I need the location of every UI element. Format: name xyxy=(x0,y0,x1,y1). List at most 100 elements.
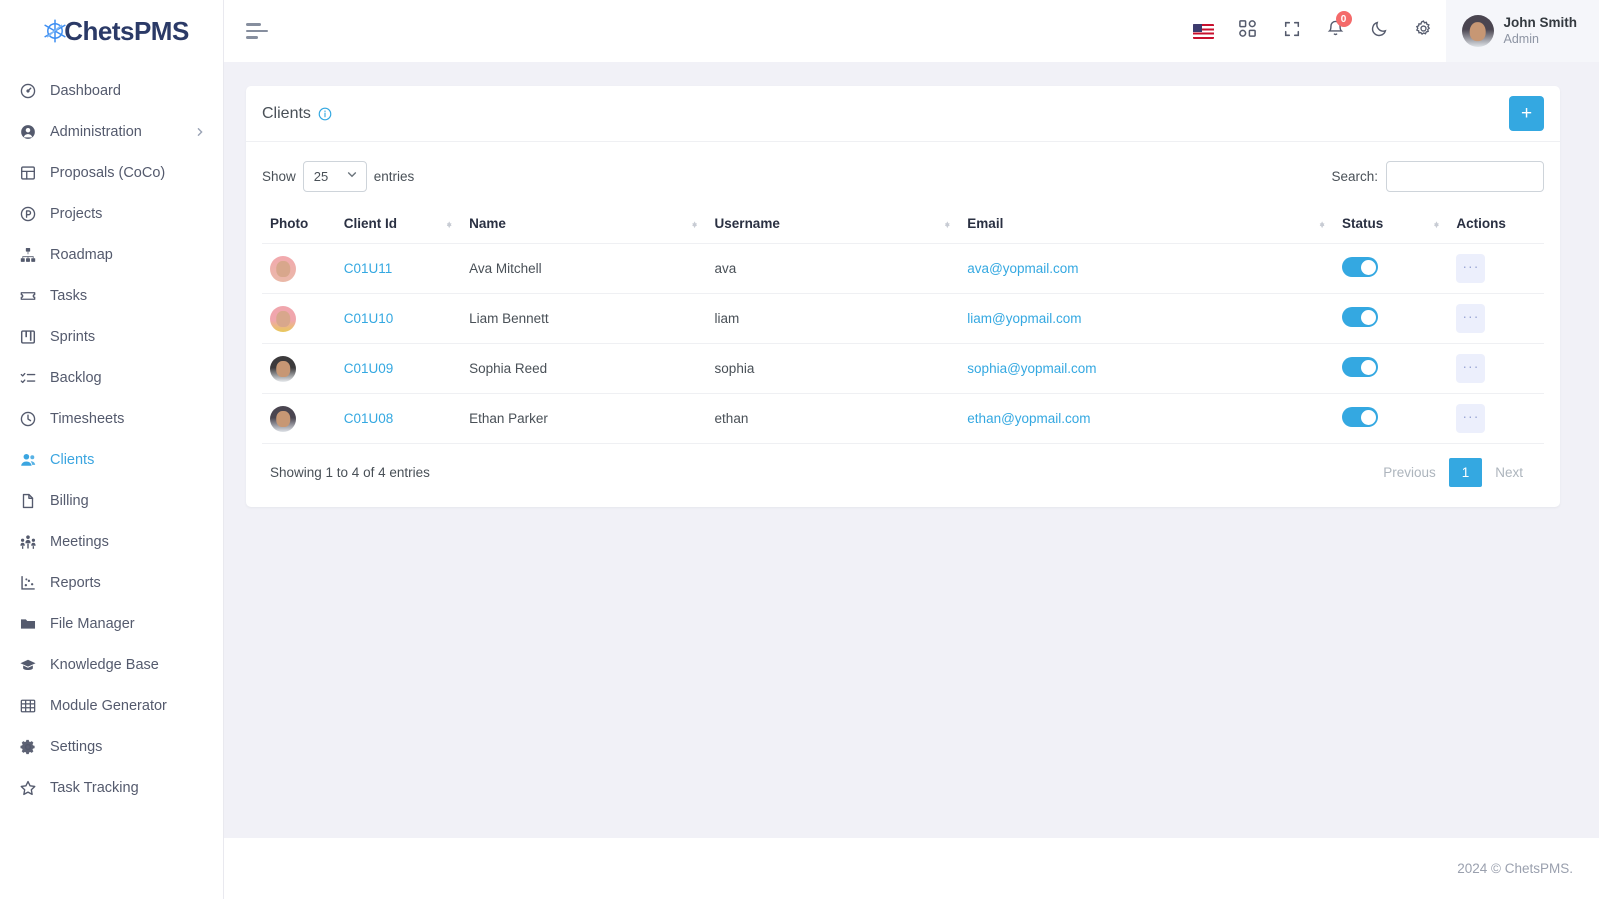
cell-client-id: C01U09 xyxy=(335,343,462,394)
sidebar-item-tasks[interactable]: Tasks xyxy=(0,275,223,316)
sidebar-item-dashboard[interactable]: Dashboard xyxy=(0,70,223,111)
table-row: C01U10 Liam Bennett liam liam@yopmail.com ··… xyxy=(262,293,1544,344)
column-header-label: Status xyxy=(1342,216,1384,231)
apps-button[interactable] xyxy=(1226,0,1270,62)
user-menu[interactable]: John Smith Admin xyxy=(1445,0,1599,62)
column-header-status[interactable]: Status ▲ ▼ xyxy=(1334,206,1449,244)
page-length-select-wrap: 102550100 xyxy=(302,160,367,192)
row-actions-button[interactable]: ··· xyxy=(1456,254,1486,283)
sidebar-item-label: Backlog xyxy=(50,369,102,386)
sidebar-item-label: Settings xyxy=(50,738,103,755)
cell-actions: ··· xyxy=(1448,393,1544,444)
card-header: Clients + xyxy=(246,86,1560,142)
row-actions-button[interactable]: ··· xyxy=(1456,304,1486,333)
status-toggle[interactable] xyxy=(1342,357,1379,377)
sidebar-item-file-manager[interactable]: File Manager xyxy=(0,603,223,644)
show-label: Show xyxy=(262,168,296,184)
chevron-right-icon xyxy=(195,127,205,137)
pagination: Previous 1 Next xyxy=(1370,458,1536,487)
search-input[interactable] xyxy=(1386,160,1544,192)
pagination-previous[interactable]: Previous xyxy=(1370,458,1449,487)
sidebar-item-administration[interactable]: Administration xyxy=(0,111,223,152)
client-id-link[interactable]: C01U11 xyxy=(344,261,393,276)
cell-photo xyxy=(262,293,336,344)
cell-actions: ··· xyxy=(1448,293,1544,344)
checklist-icon xyxy=(18,368,38,388)
user-role: Admin xyxy=(1503,31,1539,46)
sidebar-item-label: Sprints xyxy=(50,328,96,345)
sidebar: ChetsPMS Dashboard Administration Proposal… xyxy=(0,0,224,899)
column-header-email[interactable]: Email ▲ ▼ xyxy=(959,206,1335,244)
sidebar-item-label: Administration xyxy=(50,123,142,140)
user-meta: John Smith Admin xyxy=(1504,15,1578,48)
datatable-footer: Showing 1 to 4 of 4 entries Previous 1 Nex… xyxy=(262,444,1544,497)
topbar-actions: 0 John Smith Admin xyxy=(1182,0,1599,62)
cell-photo xyxy=(262,343,336,394)
cell-username: ava xyxy=(706,243,960,294)
pagination-next[interactable]: Next xyxy=(1482,458,1536,487)
column-header-actions: Actions xyxy=(1448,206,1544,244)
column-header-username[interactable]: Username ▲ ▼ xyxy=(706,206,960,244)
cell-email: sophia@yopmail.com xyxy=(959,343,1335,394)
info-circle-icon[interactable] xyxy=(318,107,332,121)
sidebar-item-reports[interactable]: Reports xyxy=(0,562,223,603)
email-link[interactable]: sophia@yopmail.com xyxy=(967,361,1096,376)
user-circle-icon xyxy=(18,122,38,142)
pagination-page-1[interactable]: 1 xyxy=(1448,458,1483,487)
client-id-link[interactable]: C01U08 xyxy=(344,411,394,426)
status-toggle[interactable] xyxy=(1342,307,1379,327)
content-area: Clients + Show 25 entries Search: Photo … xyxy=(224,62,1599,838)
row-actions-button[interactable]: ··· xyxy=(1456,354,1486,383)
column-header-name[interactable]: Name ▲ ▼ xyxy=(461,206,707,244)
cell-client-id: C01U10 xyxy=(335,293,462,344)
row-actions-button[interactable]: ··· xyxy=(1456,404,1486,433)
app-logo[interactable]: ChetsPMS xyxy=(0,0,223,62)
page-length-select[interactable]: 102550100 xyxy=(302,160,367,192)
sidebar-item-knowledge-base[interactable]: Knowledge Base xyxy=(0,644,223,685)
language-selector[interactable] xyxy=(1182,0,1226,62)
fullscreen-button[interactable] xyxy=(1270,0,1314,62)
sidebar-item-clients[interactable]: Clients xyxy=(0,439,223,480)
chart-scatter-icon xyxy=(18,573,38,593)
sidebar-item-module-generator[interactable]: Module Generator xyxy=(0,685,223,726)
status-toggle[interactable] xyxy=(1342,407,1379,427)
grid-apps-icon xyxy=(1238,19,1257,43)
cell-name: Sophia Reed xyxy=(461,343,707,394)
sidebar-item-timesheets[interactable]: Timesheets xyxy=(0,398,223,439)
status-toggle[interactable] xyxy=(1342,257,1379,277)
document-grid-icon xyxy=(18,163,38,183)
email-link[interactable]: ethan@yopmail.com xyxy=(967,411,1090,426)
hamburger-icon[interactable] xyxy=(246,18,272,44)
cell-actions: ··· xyxy=(1448,343,1544,394)
dark-mode-toggle[interactable] xyxy=(1358,0,1402,62)
sidebar-item-label: Module Generator xyxy=(50,697,167,714)
add-client-button[interactable]: + xyxy=(1509,96,1544,131)
sidebar-item-label: Billing xyxy=(50,492,89,509)
sort-arrows-icon: ▲ ▼ xyxy=(690,218,699,230)
sidebar-item-roadmap[interactable]: Roadmap xyxy=(0,234,223,275)
cell-status xyxy=(1334,393,1449,444)
sidebar-item-proposals-coco[interactable]: Proposals (CoCo) xyxy=(0,152,223,193)
cell-status xyxy=(1334,343,1449,394)
client-id-link[interactable]: C01U10 xyxy=(344,311,394,326)
email-link[interactable]: ava@yopmail.com xyxy=(967,261,1078,276)
email-link[interactable]: liam@yopmail.com xyxy=(967,311,1081,326)
sidebar-item-sprints[interactable]: Sprints xyxy=(0,316,223,357)
cell-status xyxy=(1334,293,1449,344)
sort-arrows-icon: ▲ ▼ xyxy=(1318,218,1327,230)
sidebar-item-task-tracking[interactable]: Task Tracking xyxy=(0,767,223,808)
column-header-client-id[interactable]: Client Id ▲ ▼ xyxy=(335,206,462,244)
settings-button[interactable] xyxy=(1402,0,1446,62)
sidebar-item-projects[interactable]: Projects xyxy=(0,193,223,234)
sort-arrows-icon: ▲ ▼ xyxy=(445,218,454,230)
sidebar-item-settings[interactable]: Settings xyxy=(0,726,223,767)
avatar-ethan xyxy=(270,405,296,432)
column-header-label: Email xyxy=(967,216,1004,231)
notifications-button[interactable]: 0 xyxy=(1314,0,1358,62)
table-row: C01U11 Ava Mitchell ava ava@yopmail.com ··· xyxy=(262,243,1544,294)
sidebar-item-meetings[interactable]: Meetings xyxy=(0,521,223,562)
sidebar-item-billing[interactable]: Billing xyxy=(0,480,223,521)
sidebar-item-backlog[interactable]: Backlog xyxy=(0,357,223,398)
client-id-link[interactable]: C01U09 xyxy=(344,361,394,376)
column-header-label: Username xyxy=(714,216,780,231)
